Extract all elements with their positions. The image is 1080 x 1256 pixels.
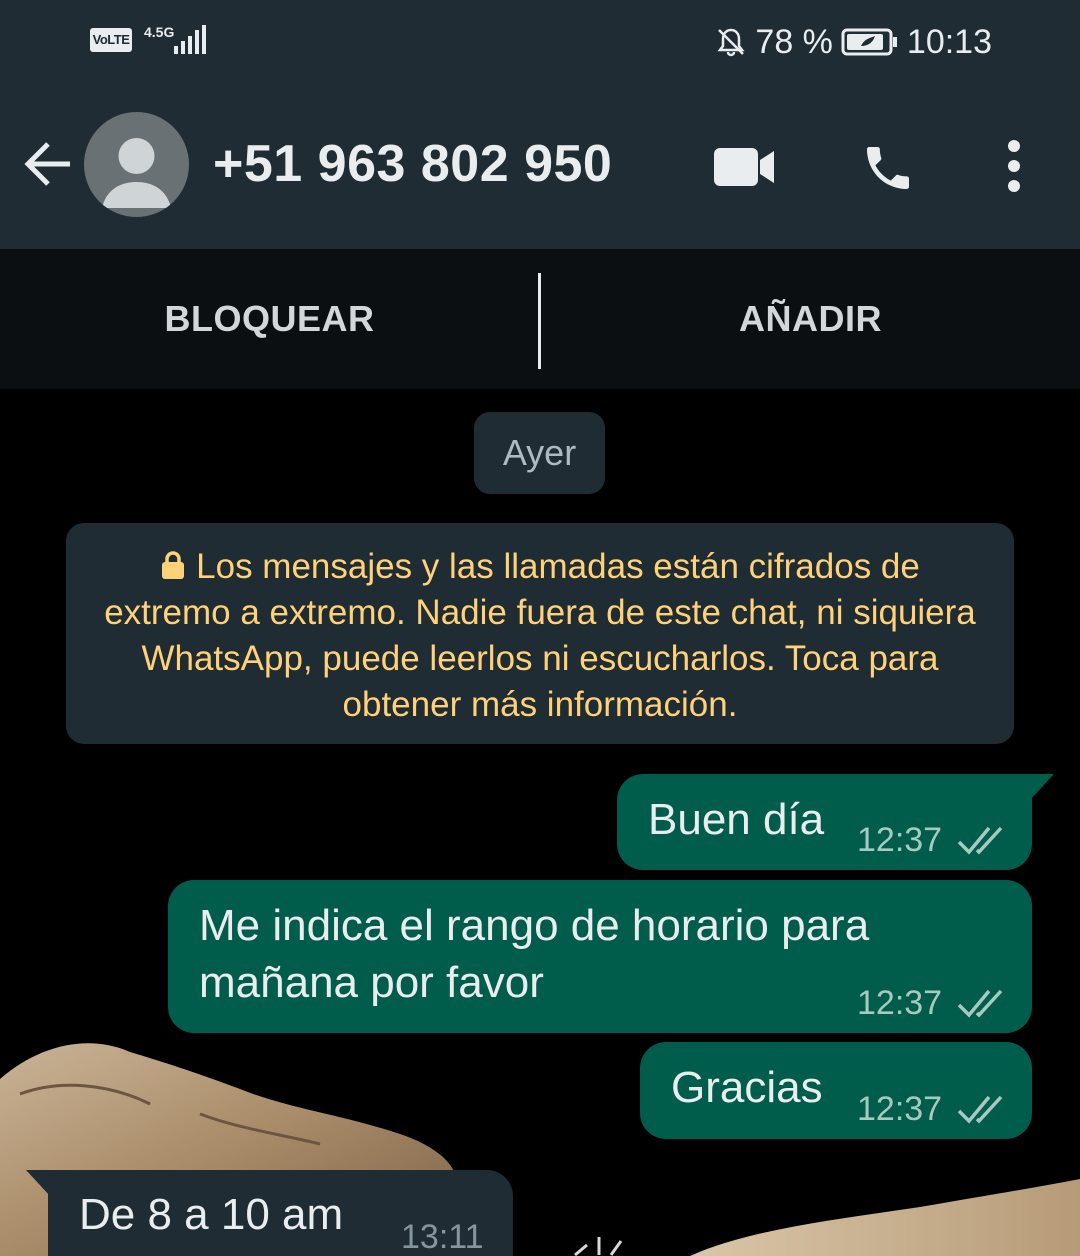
message-text-line1: Me indica el rango de horario para: [199, 901, 870, 950]
message-bubble-in[interactable]: De 8 a 10 am 13:11: [26, 1170, 513, 1256]
message-bubble-out[interactable]: Me indica el rango de horario para mañan…: [168, 880, 1032, 1033]
battery-percent: 78 %: [755, 22, 833, 61]
lock-icon: [162, 551, 185, 579]
chat-header: +51 963 802 950: [0, 82, 1080, 249]
message-text: Gracias: [671, 1063, 823, 1112]
message-text: Buen día: [648, 795, 825, 844]
message-time: 12:37: [857, 1090, 943, 1128]
avatar[interactable]: [84, 112, 189, 217]
date-chip: Ayer: [474, 412, 605, 494]
bubble-tail: [26, 1170, 50, 1196]
signal-icon: [174, 25, 206, 54]
back-arrow-icon[interactable]: [22, 138, 74, 190]
add-contact-button[interactable]: AÑADIR: [541, 249, 1080, 389]
bubble-tail: [1030, 774, 1054, 800]
clock: 10:13: [906, 22, 992, 61]
sticker-hand-right: [690, 1179, 1080, 1256]
message-text-line2: mañana por favor: [199, 958, 544, 1007]
message-bubble-out[interactable]: Gracias 12:37: [640, 1042, 1032, 1139]
message-bubble-out[interactable]: Buen día 12:37: [617, 774, 1054, 870]
status-right: 78 % 10:13: [715, 20, 992, 64]
message-text: De 8 a 10 am: [79, 1190, 344, 1239]
volte-indicator: VoLTE: [90, 28, 132, 52]
double-check-icon: [957, 1095, 1003, 1124]
message-time: 13:11: [401, 1218, 484, 1256]
double-check-icon: [957, 826, 1003, 855]
bell-off-icon: [717, 28, 745, 57]
default-avatar-icon: [102, 138, 171, 208]
status-bar: VoLTE 4.5G 78 % 10:13: [0, 0, 1080, 82]
encryption-notice[interactable]: Los mensajes y las llamadas están cifrad…: [66, 523, 1014, 744]
contact-name[interactable]: +51 963 802 950: [213, 134, 612, 194]
block-button[interactable]: BLOQUEAR: [0, 249, 539, 389]
chat-area[interactable]: Ayer Los mensajes y las llamadas están c…: [0, 389, 1080, 1256]
more-options-icon[interactable]: [1002, 138, 1026, 194]
sparkle-icon: [574, 1237, 623, 1256]
double-check-icon: [957, 989, 1003, 1018]
message-time: 12:37: [857, 821, 943, 859]
phone-call-icon[interactable]: [860, 140, 916, 196]
video-call-icon[interactable]: [713, 146, 775, 188]
battery-icon: [841, 28, 897, 56]
message-time: 12:37: [857, 984, 943, 1022]
encryption-notice-text: Los mensajes y las llamadas están cifrad…: [104, 547, 976, 724]
unknown-contact-actions: BLOQUEAR AÑADIR: [0, 249, 1080, 389]
